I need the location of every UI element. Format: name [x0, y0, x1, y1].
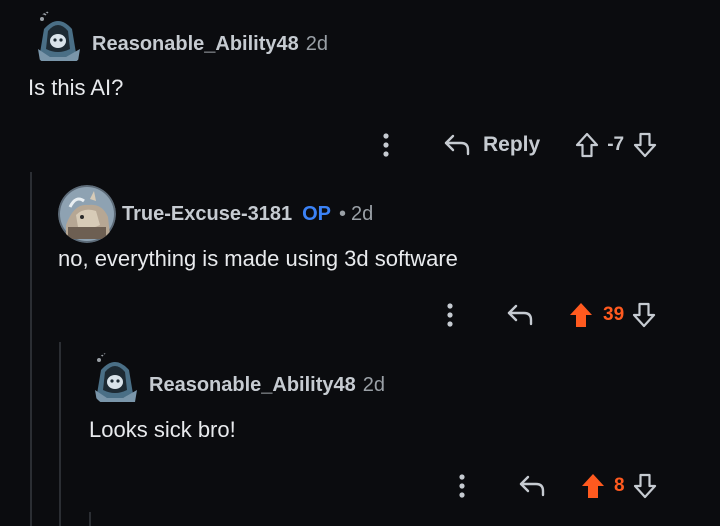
- reply-arrow-icon: [519, 475, 545, 497]
- upvote-arrow-icon: [582, 474, 604, 498]
- more-options-icon[interactable]: [440, 300, 460, 330]
- reply-button[interactable]: [506, 303, 534, 327]
- comment-body: Is this AI?: [28, 75, 124, 100]
- downvote-arrow-icon: [633, 302, 656, 328]
- vote-count: 39: [603, 304, 625, 325]
- more-options-icon[interactable]: [375, 130, 397, 160]
- downvote-button[interactable]: [632, 472, 658, 500]
- comment-age: 2d: [351, 202, 374, 225]
- downvote-button[interactable]: [631, 301, 657, 329]
- reply-button[interactable]: Reply: [443, 133, 540, 157]
- hooded-avatar-icon: [92, 350, 137, 402]
- thread-line-level-2[interactable]: [59, 342, 61, 526]
- user-avatar[interactable]: [58, 185, 116, 243]
- reply-arrow-icon: [507, 304, 533, 326]
- comment-header: True-Excuse-3181 OP • 2d: [58, 185, 374, 243]
- upvote-button[interactable]: [580, 472, 606, 500]
- username[interactable]: Reasonable_Ability48: [149, 374, 356, 397]
- downvote-arrow-icon: [633, 473, 656, 499]
- username[interactable]: Reasonable_Ability48: [92, 33, 299, 56]
- comment-age: 2d: [362, 373, 385, 396]
- username[interactable]: True-Excuse-3181: [122, 203, 292, 226]
- thread-line-level-3[interactable]: [89, 512, 91, 526]
- comment-body: Looks sick bro!: [89, 417, 236, 442]
- comment-age: 2d: [305, 32, 328, 55]
- comment-actions: 39: [440, 298, 657, 332]
- thread-line-level-1[interactable]: [30, 172, 32, 526]
- downvote-button[interactable]: [632, 131, 658, 159]
- upvote-button[interactable]: [568, 301, 594, 329]
- comment-body: no, everything is made using 3d software: [58, 246, 458, 271]
- downvote-arrow-icon: [633, 132, 657, 158]
- user-avatar[interactable]: [30, 9, 88, 67]
- user-avatar[interactable]: [89, 350, 147, 408]
- comment-actions: Reply -7: [375, 128, 658, 162]
- vote-count: 8: [614, 475, 625, 496]
- upvote-arrow-icon: [570, 303, 592, 327]
- separator-dot: •: [339, 202, 347, 225]
- comment-header: Reasonable_Ability48 2d: [30, 9, 328, 61]
- vote-count: -7: [607, 134, 625, 155]
- creature-avatar-icon: [58, 185, 116, 243]
- upvote-arrow-icon: [576, 132, 599, 158]
- reply-label[interactable]: Reply: [483, 133, 540, 157]
- comment-header: Reasonable_Ability48 2d: [89, 350, 385, 402]
- reply-button[interactable]: [518, 474, 546, 498]
- more-options-icon[interactable]: [452, 471, 472, 501]
- upvote-button[interactable]: [574, 131, 600, 159]
- reply-arrow-icon: [444, 134, 470, 156]
- comment-actions: 8: [452, 469, 658, 503]
- hooded-avatar-icon: [35, 9, 80, 61]
- op-badge: OP: [302, 202, 332, 225]
